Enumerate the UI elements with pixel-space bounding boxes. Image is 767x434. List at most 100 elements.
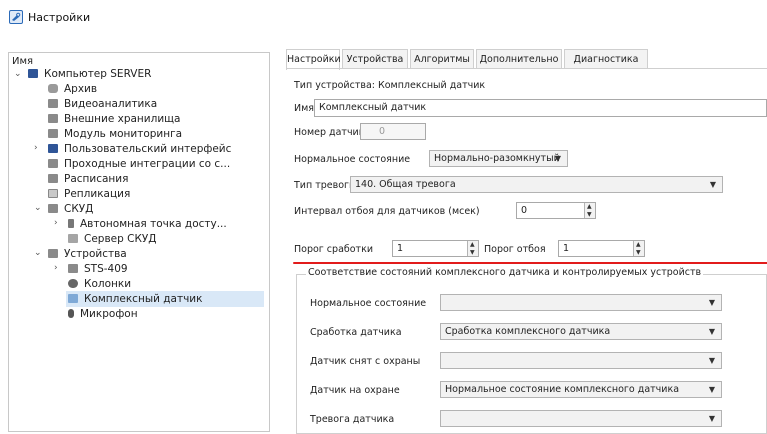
tree-item-label: Пользовательский интерфейс (64, 143, 232, 155)
expand-arrow-icon[interactable]: › (34, 143, 38, 153)
mapping-label-disarmed: Датчик снят с охраны (310, 356, 421, 367)
normal-state-label: Нормальное состояние (294, 154, 411, 165)
tree-item-label: Архив (64, 83, 98, 95)
tab-diagnostics[interactable]: Диагностика (564, 49, 648, 68)
name-label: Имя (294, 103, 314, 114)
alarm-type-label: Тип тревоги (294, 180, 356, 191)
tree-item-label: СКУД (64, 203, 94, 215)
device-type-label: Тип устройства: Комплексный датчик (294, 80, 486, 91)
normal-state-value: Нормально-разомкнутый (434, 153, 560, 164)
module-icon (48, 159, 58, 168)
mapping-select-normal[interactable]: ▼ (440, 294, 722, 311)
interval-value: 0 (521, 205, 528, 216)
module-icon (68, 264, 78, 273)
reset-threshold-value: 1 (563, 243, 570, 254)
collapse-arrow-icon[interactable]: ⌄ (14, 69, 22, 79)
tree-item-sts-409[interactable]: STS-409 (68, 261, 128, 277)
spin-arrows-icon[interactable] (584, 203, 595, 218)
collapse-arrow-icon[interactable]: ⌄ (34, 203, 42, 213)
highlight-underline (293, 262, 767, 264)
spin-arrows-icon[interactable] (633, 241, 644, 256)
normal-state-select[interactable]: Нормально-разомкнутый ▼ (429, 150, 568, 167)
alarm-type-select[interactable]: 140. Общая тревога ▼ (350, 176, 723, 193)
dropdown-arrow-icon: ▼ (554, 154, 561, 163)
tree-item-archive[interactable]: Архив (48, 81, 97, 97)
tree-item-computer-server[interactable]: Компьютер SERVER (28, 66, 151, 82)
tree-item-label: Автономная точка досту... (80, 218, 227, 230)
tree-item-monitoring-module[interactable]: Модуль мониторинга (48, 126, 182, 142)
group-title: Соответствие состояний комплексного датч… (306, 267, 704, 278)
tree-item-label: Проходные интеграции со с... (64, 158, 231, 170)
mapping-select-alarm[interactable]: ▼ (440, 410, 722, 427)
access-point-icon (68, 219, 74, 228)
tree-item-label: STS-409 (84, 263, 128, 275)
tree-item-label: Колонки (84, 278, 132, 290)
module-icon (48, 114, 58, 123)
tree-item-devices[interactable]: Устройства (48, 246, 127, 262)
mapping-label-alarm: Тревога датчика (310, 414, 395, 425)
settings-app-icon (9, 10, 23, 24)
trigger-threshold-label: Порог сработки (294, 244, 374, 255)
microphone-icon (68, 309, 74, 318)
tree-item-label: Модуль мониторинга (64, 128, 183, 140)
tree-item-complex-sensor[interactable]: Комплексный датчик (66, 291, 264, 307)
tree-item-label: Внешние хранилища (64, 113, 181, 125)
mapping-value: Сработка комплексного датчика (445, 326, 611, 337)
tree-item-label: Устройства (64, 248, 127, 260)
mapping-select-trigger[interactable]: Сработка комплексного датчика ▼ (440, 323, 722, 340)
tree-item-label: Сервер СКУД (84, 233, 157, 245)
replication-icon (48, 189, 58, 198)
tree-item-label: Видеоаналитика (64, 98, 158, 110)
name-input[interactable]: Комплексный датчик (314, 99, 767, 117)
expand-arrow-icon[interactable]: › (54, 263, 58, 273)
module-icon (48, 129, 58, 138)
sensor-icon (68, 294, 78, 303)
tab-additional[interactable]: Дополнительно (476, 49, 562, 68)
tree-item-label: Микрофон (80, 308, 138, 320)
dropdown-arrow-icon: ▼ (709, 180, 716, 189)
mapping-select-armed[interactable]: Нормальное состояние комплексного датчик… (440, 381, 722, 398)
dropdown-arrow-icon: ▼ (708, 414, 715, 423)
tree-item-skud-server[interactable]: Сервер СКУД (68, 231, 157, 247)
dropdown-arrow-icon: ▼ (708, 327, 715, 336)
tree-item-integrations[interactable]: Проходные интеграции со с... (48, 156, 230, 172)
spin-arrows-icon[interactable] (467, 241, 478, 256)
dropdown-arrow-icon: ▼ (708, 298, 715, 307)
tree-item-microphone[interactable]: Микрофон (68, 306, 138, 322)
module-icon (48, 99, 58, 108)
interval-label: Интервал отбоя для датчиков (мсек) (294, 206, 480, 217)
module-icon (48, 174, 58, 183)
mapping-label-trigger: Сработка датчика (310, 327, 402, 338)
monitor-icon (48, 144, 58, 153)
expand-arrow-icon[interactable]: › (54, 218, 58, 228)
tree-item-access-point[interactable]: Автономная точка досту... (68, 216, 227, 232)
tree-item-user-interface[interactable]: Пользовательский интерфейс (48, 141, 231, 157)
tree-item-speakers[interactable]: Колонки (68, 276, 131, 292)
tree-item-schedules[interactable]: Расписания (48, 171, 128, 187)
tree-item-skud[interactable]: СКУД (48, 201, 93, 217)
mapping-value: Нормальное состояние комплексного датчик… (445, 384, 680, 395)
tree-item-replication[interactable]: Репликация (48, 186, 130, 202)
tab-divider (286, 68, 767, 69)
sensor-number-field: 0 (360, 123, 426, 140)
tree-item-label: Комплексный датчик (84, 293, 203, 305)
tab-settings[interactable]: Настройки (286, 49, 341, 70)
tree-item-label: Компьютер SERVER (44, 68, 152, 80)
interval-spinbox[interactable]: 0 (516, 202, 596, 219)
sensor-number-value: 0 (379, 126, 386, 137)
tree-item-external-storage[interactable]: Внешние хранилища (48, 111, 180, 127)
trigger-threshold-spinbox[interactable]: 1 (392, 240, 479, 257)
tree-item-label: Репликация (64, 188, 131, 200)
tree-item-video-analytics[interactable]: Видеоаналитика (48, 96, 157, 112)
tab-devices[interactable]: Устройства (342, 49, 408, 68)
trigger-threshold-value: 1 (397, 243, 404, 254)
sensor-number-label: Номер датчика (294, 127, 371, 138)
dropdown-arrow-icon: ▼ (708, 385, 715, 394)
dropdown-arrow-icon: ▼ (708, 356, 715, 365)
mapping-select-disarmed[interactable]: ▼ (440, 352, 722, 369)
tab-algorithms[interactable]: Алгоритмы (410, 49, 474, 68)
reset-threshold-spinbox[interactable]: 1 (558, 240, 645, 257)
tree-item-label: Расписания (64, 173, 129, 185)
collapse-arrow-icon[interactable]: ⌄ (34, 248, 42, 258)
window-title: Настройки (28, 11, 91, 24)
